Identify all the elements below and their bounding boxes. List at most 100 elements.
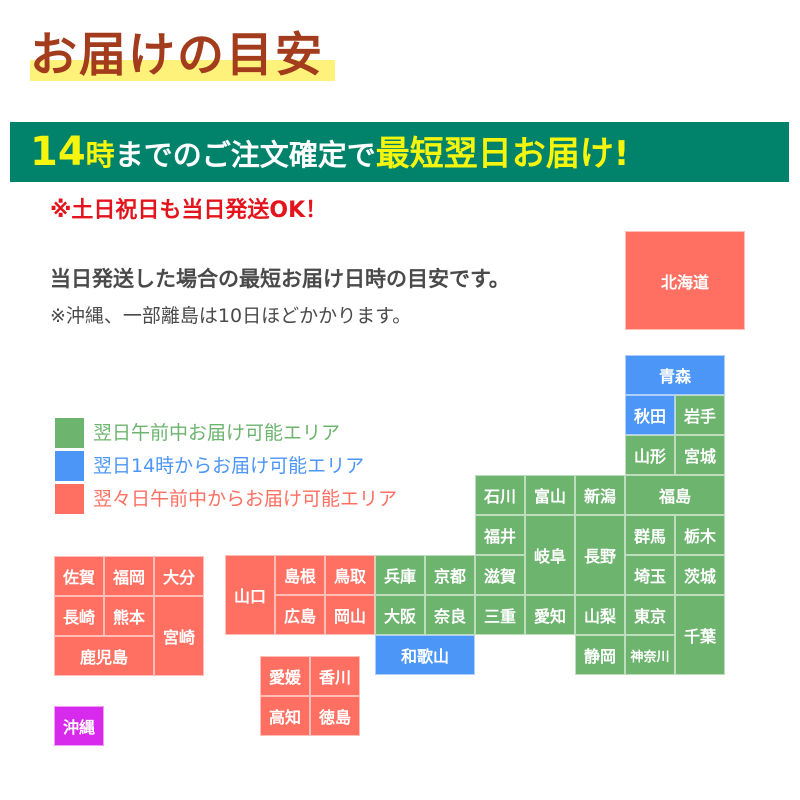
prefecture-label: 熊本: [112, 608, 145, 627]
legend-label-red: 翌々日午前中からお届け可能エリア: [93, 488, 398, 510]
prefecture-label: 奈良: [433, 607, 466, 626]
prefecture-yamanashi: 山梨: [575, 595, 625, 635]
prefecture-label: 宮城: [683, 447, 716, 466]
prefecture-label: 沖縄: [62, 718, 95, 737]
prefecture-yamagata: 山形: [625, 435, 675, 475]
prefecture-label: 大分: [162, 568, 195, 587]
prefecture-okayama: 岡山: [325, 595, 375, 635]
prefecture-shimane: 島根: [275, 555, 325, 595]
legend-swatch-red: [55, 484, 84, 514]
prefecture-iwate: 岩手: [675, 395, 725, 435]
prefecture-tokushima: 徳島: [310, 696, 360, 736]
banner-hour: 14: [30, 129, 86, 175]
prefecture-label: 広島: [283, 607, 316, 626]
prefecture-label: 岡山: [333, 607, 366, 626]
prefecture-miyazaki: 宮崎: [154, 596, 204, 676]
prefecture-miyagi: 宮城: [675, 435, 725, 475]
prefecture-toyama: 富山: [525, 475, 575, 515]
prefecture-label: 新潟: [583, 487, 616, 506]
prefecture-label: 北海道: [660, 272, 709, 292]
prefecture-label: 愛媛: [268, 668, 301, 687]
prefecture-osaka: 大阪: [375, 595, 425, 635]
prefecture-label: 愛知: [533, 607, 566, 626]
banner-middle: までのご注文確定で: [114, 138, 376, 172]
prefecture-hokkaido: 北海道: [625, 231, 745, 330]
legend-label-blue: 翌日14時からお届け可能エリア: [93, 455, 365, 477]
prefecture-label: 京都: [433, 567, 466, 586]
prefecture-nagasaki: 長崎: [54, 596, 104, 636]
prefecture-label: 静岡: [583, 647, 616, 666]
prefecture-ishikawa: 石川: [475, 475, 525, 515]
prefecture-label: 群馬: [633, 527, 666, 546]
prefecture-fukui: 福井: [475, 515, 525, 555]
prefecture-aichi: 愛知: [525, 595, 575, 635]
legend-label-green: 翌日午前中お届け可能エリア: [93, 422, 341, 444]
prefecture-label: 石川: [483, 487, 516, 506]
prefecture-wakayama: 和歌山: [375, 635, 475, 675]
prefecture-label: 長野: [583, 547, 616, 566]
prefecture-label: 徳島: [318, 708, 351, 727]
prefecture-label: 山口: [233, 587, 266, 606]
prefecture-label: 和歌山: [400, 647, 449, 666]
prefecture-hiroshima: 広島: [275, 595, 325, 635]
prefecture-gunma: 群馬: [625, 515, 675, 555]
prefecture-label: 佐賀: [62, 568, 95, 587]
prefecture-label: 滋賀: [483, 567, 516, 586]
description-note: ※沖縄、一部離島は10日ほどかかります。: [50, 305, 412, 327]
prefecture-label: 富山: [533, 487, 566, 506]
prefecture-label: 兵庫: [383, 567, 416, 586]
prefecture-label: 長崎: [62, 608, 95, 627]
prefecture-label: 埼玉: [633, 567, 666, 586]
legend-swatch-green: [55, 418, 84, 448]
prefecture-kanagawa: 神奈川: [625, 635, 675, 675]
prefecture-yamaguchi: 山口: [225, 555, 275, 635]
prefecture-label: 茨城: [683, 567, 716, 586]
prefecture-label: 高知: [268, 708, 301, 727]
prefecture-saitama: 埼玉: [625, 555, 675, 595]
prefecture-kumamoto: 熊本: [104, 596, 154, 636]
legend-swatch-blue: [55, 451, 84, 481]
prefecture-fukuoka: 福岡: [104, 556, 154, 596]
prefecture-label: 山梨: [583, 607, 616, 626]
prefecture-hyogo: 兵庫: [375, 555, 425, 595]
prefecture-nara: 奈良: [425, 595, 475, 635]
prefecture-ehime: 愛媛: [260, 656, 310, 696]
promo-banner-text: 14時までのご注文確定で最短翌日お届け!: [30, 122, 629, 182]
prefecture-akita: 秋田: [625, 395, 675, 435]
page-title: お届けの目安: [30, 28, 324, 83]
prefecture-okinawa: 沖縄: [54, 706, 104, 746]
prefecture-label: 岩手: [683, 407, 716, 426]
banner-hour-suffix: 時: [85, 138, 115, 172]
prefecture-label: 宮崎: [162, 628, 195, 647]
prefecture-kyoto: 京都: [425, 555, 475, 595]
weekend-notice: ※土日祝日も当日発送OK！: [50, 198, 328, 223]
prefecture-kochi: 高知: [260, 696, 310, 736]
prefecture-label: 山形: [633, 447, 666, 466]
prefecture-label: 青森: [658, 367, 691, 386]
prefecture-label: 鹿児島: [79, 648, 128, 667]
prefecture-shiga: 滋賀: [475, 555, 525, 595]
prefecture-ibaraki: 茨城: [675, 555, 725, 595]
prefecture-label: 福島: [658, 487, 691, 506]
prefecture-oita: 大分: [154, 556, 204, 596]
prefecture-tottori: 鳥取: [325, 555, 375, 595]
banner-emphasis: 最短翌日お届け!: [375, 134, 630, 174]
prefecture-fukushima: 福島: [625, 475, 725, 515]
prefecture-nagano: 長野: [575, 515, 625, 595]
prefecture-saga: 佐賀: [54, 556, 104, 596]
prefecture-label: 千葉: [683, 627, 716, 646]
prefecture-label: 鳥取: [333, 567, 366, 586]
prefecture-label: 東京: [633, 607, 666, 626]
prefecture-label: 福岡: [112, 568, 145, 587]
prefecture-kagoshima: 鹿児島: [54, 636, 154, 676]
prefecture-chiba: 千葉: [675, 595, 725, 675]
prefecture-tokyo: 東京: [625, 595, 675, 635]
prefecture-label: 秋田: [633, 407, 666, 426]
prefecture-label: 香川: [318, 668, 351, 687]
prefecture-aomori: 青森: [625, 355, 725, 395]
prefecture-shizuoka: 静岡: [575, 635, 625, 675]
prefecture-label: 福井: [483, 527, 516, 546]
prefecture-label: 栃木: [683, 527, 716, 546]
prefecture-mie: 三重: [475, 595, 525, 635]
prefecture-gifu: 岐阜: [525, 515, 575, 595]
